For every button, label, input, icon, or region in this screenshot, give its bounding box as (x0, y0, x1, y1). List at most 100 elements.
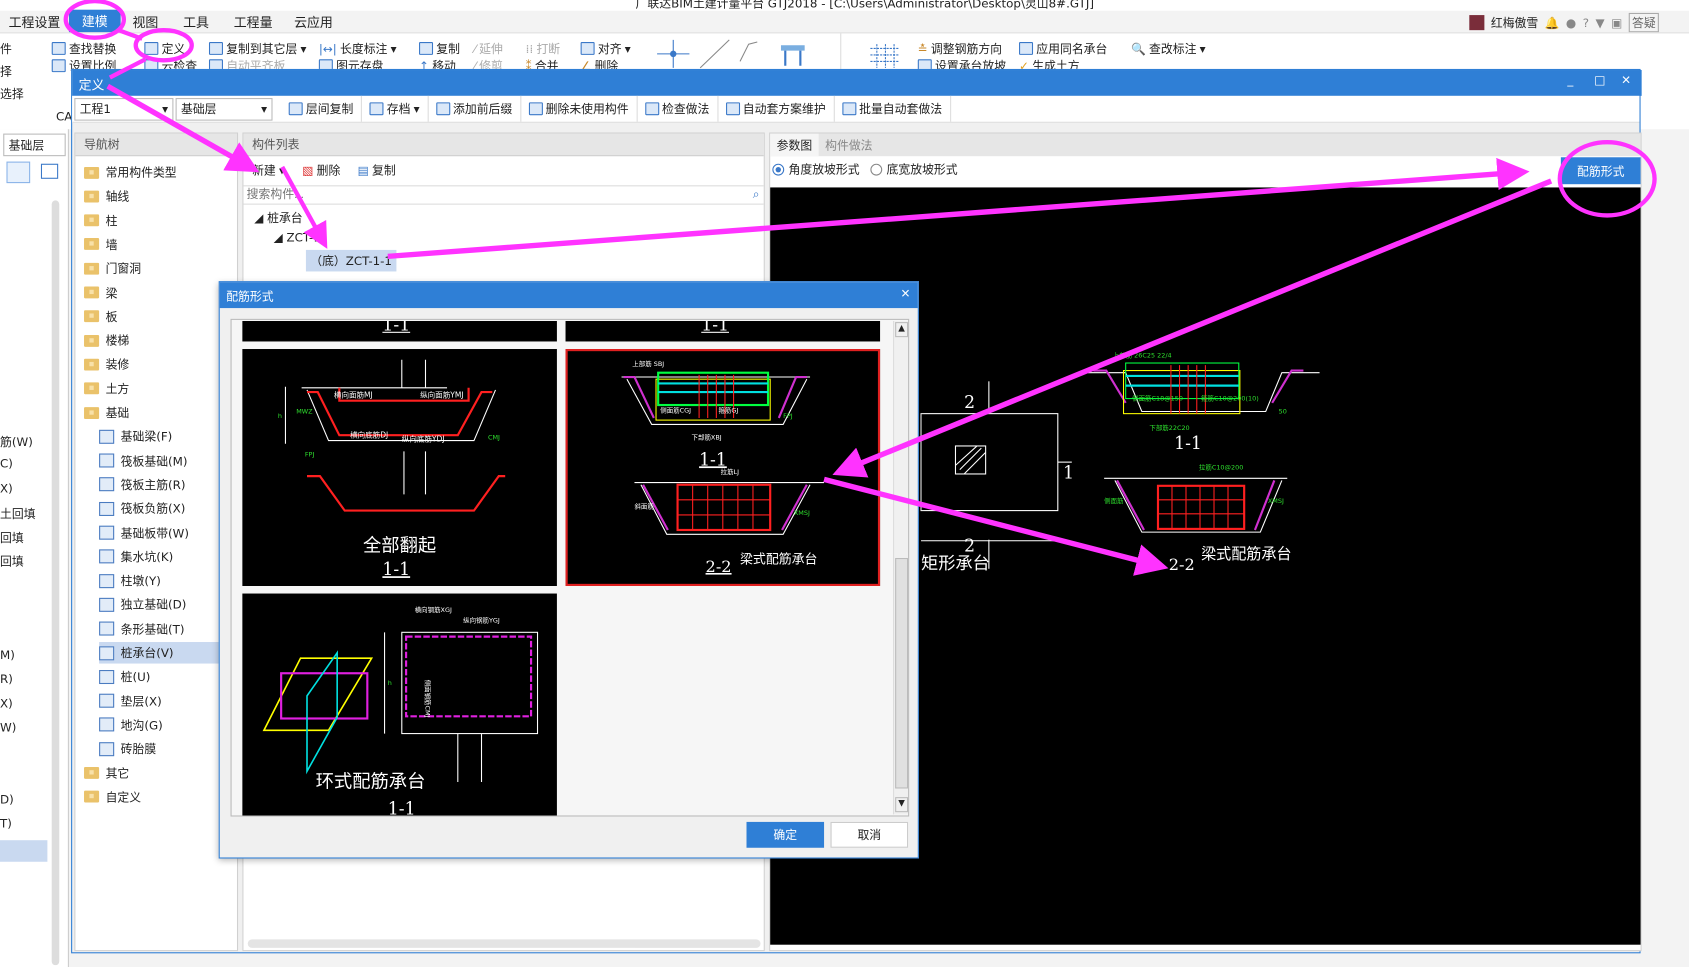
rebar-option-ring-cap[interactable]: 横向钢筋XGJ 纵向钢筋YGJ 侧面钢筋CMJ h 环式配筋承台 1-1 (242, 593, 557, 816)
rebar-form-button[interactable]: 配筋形式 (1560, 157, 1641, 185)
menu-tools[interactable]: 工具 (183, 13, 209, 31)
scroll-up-button[interactable]: ▲ (895, 322, 909, 338)
ribbon-partial-item[interactable]: 选择 (0, 85, 24, 102)
nav-item[interactable]: 桩(U) (99, 666, 150, 688)
define-toolbar-button[interactable]: 检查做法 (637, 95, 718, 122)
radio-angle-slope[interactable] (772, 163, 785, 176)
nav-item[interactable]: 地沟(G) (99, 714, 163, 736)
rebar-option-tile[interactable]: 1-1 (565, 321, 881, 342)
break-button[interactable]: ⁞⁞ 打断 (526, 40, 560, 57)
search-icon[interactable]: ⌕ (753, 187, 760, 202)
layer-item-partial[interactable]: M) (0, 648, 15, 662)
layer-item-partial[interactable]: T) (0, 817, 12, 831)
ribbon-partial-item[interactable]: 择 (0, 62, 12, 79)
nav-folder[interactable]: 板 (84, 306, 117, 328)
define-button[interactable]: 定义 (144, 40, 185, 57)
horizontal-scrollbar[interactable] (247, 939, 761, 948)
rebar-option-beam-cap[interactable]: 上部筋 SBJ 侧面筋CGJ 箍筋GJ 下部筋XBJ FPJ 拉筋LJ 斜面筋 … (565, 349, 881, 586)
nav-folder[interactable]: 梁 (84, 282, 117, 304)
define-toolbar-button[interactable]: 删除未使用构件 (521, 95, 638, 122)
delete-button[interactable]: ▧ 删除 (302, 162, 340, 179)
length-dimension-button[interactable]: |↔| 长度标注 ▾ (319, 40, 397, 57)
scroll-thumb[interactable] (895, 557, 909, 789)
define-toolbar-button[interactable]: 存档 ▾ (362, 95, 429, 122)
adjust-rebar-direction-button[interactable]: ≛ 调整钢筋方向 (918, 40, 1002, 57)
nav-item[interactable]: 基础梁(F) (99, 426, 172, 448)
menu-modeling[interactable]: 建模 (68, 9, 121, 33)
nav-folder[interactable]: 基础 (84, 402, 129, 424)
nav-folder[interactable]: 墙 (84, 234, 117, 256)
nav-folder[interactable]: 装修 (84, 354, 129, 376)
detail-view-icon[interactable] (40, 163, 59, 179)
cancel-button[interactable]: 取消 (830, 821, 909, 848)
nav-folder[interactable]: 轴线 (84, 186, 129, 208)
nav-folder[interactable]: 楼梯 (84, 330, 129, 352)
layer-item-partial[interactable]: D) (0, 793, 14, 807)
selected-row[interactable] (0, 840, 48, 862)
extend-button[interactable]: ⁄ 延伸 (474, 40, 503, 57)
nav-folder[interactable]: 门窗洞 (84, 258, 141, 280)
list-view-icon[interactable] (6, 161, 31, 184)
apply-same-name-cap-button[interactable]: 应用同名承台 (1019, 40, 1107, 57)
nav-item[interactable]: 条形基础(T) (99, 618, 185, 640)
rebar-option-tile[interactable]: 1-1 (242, 321, 557, 342)
grid-rebar-icon[interactable] (868, 42, 900, 70)
nav-item[interactable]: 独立基础(D) (99, 594, 186, 616)
tab-param-diagram[interactable]: 参数图 (770, 133, 819, 157)
align-button[interactable]: 对齐 ▾ (580, 40, 631, 57)
menu-cloud[interactable]: 云应用 (294, 13, 333, 31)
radio-width-slope[interactable] (870, 163, 883, 176)
search-input[interactable] (243, 186, 739, 204)
ribbon-partial-item[interactable]: 件 (0, 40, 12, 57)
project-select[interactable]: 工程1 ▾ (74, 97, 174, 121)
tree-node-cap[interactable]: ◢ 桩承台 (254, 209, 302, 226)
layer-item-partial[interactable]: C) (0, 457, 13, 471)
layer-item-partial[interactable]: 回填 (0, 529, 24, 546)
copy-button[interactable]: 复制 (419, 40, 460, 57)
nav-folder[interactable]: 自定义 (84, 786, 141, 808)
menu-project-settings[interactable]: 工程设置 (9, 13, 61, 31)
nav-folder[interactable]: 其它 (84, 762, 129, 784)
copy-button[interactable]: ▤ 复制 (358, 162, 396, 179)
minimize-button[interactable]: _ (1567, 73, 1573, 87)
layer-item-partial[interactable]: 回填 (0, 553, 24, 570)
layer-item-partial[interactable]: R) (0, 672, 13, 686)
copy-to-other-floor-button[interactable]: 复制到其它层 ▾ (208, 40, 306, 57)
component-search[interactable]: ⌕ (243, 185, 764, 205)
define-toolbar-button[interactable]: 自动套方案维护 (718, 95, 835, 122)
tab-component-method[interactable]: 构件做法 (819, 136, 879, 153)
scrollbar[interactable] (51, 200, 60, 966)
define-toolbar-button[interactable]: 批量自动套做法 (834, 95, 951, 122)
scroll-down-button[interactable]: ▼ (895, 797, 909, 813)
menu-quantities[interactable]: 工程量 (234, 13, 273, 31)
new-button[interactable]: 新建 ▾ (252, 162, 285, 179)
dialog-close-button[interactable]: ✕ (901, 287, 911, 301)
nav-folder[interactable]: 柱 (84, 210, 117, 232)
layer-item-partial[interactable]: 土回填 (0, 505, 36, 522)
check-annotation-button[interactable]: 🔍 查改标注 ▾ (1131, 40, 1206, 57)
nav-item[interactable]: 筏板基础(M) (99, 450, 188, 472)
floor-select[interactable]: 基础层 ▾ (175, 97, 273, 121)
menu-view[interactable]: 视图 (132, 13, 158, 31)
tree-node-zct1[interactable]: ◢ ZCT-1 (274, 231, 321, 245)
nav-item[interactable]: 筏板负筋(X) (99, 498, 185, 520)
floor-select[interactable]: 基础层 (3, 133, 66, 157)
nav-item[interactable]: 基础板带(W) (99, 522, 189, 544)
maximize-button[interactable]: □ (1594, 73, 1605, 87)
define-toolbar-button[interactable]: 层间复制 (281, 95, 362, 122)
nav-item[interactable]: 垫层(X) (99, 690, 162, 712)
ok-button[interactable]: 确定 (746, 821, 825, 848)
nav-folder[interactable]: 常用构件类型 (84, 162, 177, 184)
layer-item-partial[interactable]: X) (0, 697, 13, 711)
nav-item[interactable]: 砖胎膜 (99, 738, 156, 760)
nav-item[interactable]: 柱墩(Y) (99, 570, 161, 592)
define-toolbar-button[interactable]: 添加前后缀 (428, 95, 521, 122)
draw-tools-icons[interactable] (652, 38, 770, 70)
close-button[interactable]: ✕ (1621, 73, 1631, 87)
tree-node-zct-1-1[interactable]: （底）ZCT-1-1 (305, 249, 397, 272)
nav-item[interactable]: 集水坑(K) (99, 546, 173, 568)
nav-item[interactable]: 筏板主筋(R) (99, 474, 186, 496)
nav-folder[interactable]: 土方 (84, 378, 129, 400)
layer-item-partial[interactable]: X) (0, 482, 13, 496)
cap-icon[interactable] (778, 42, 808, 68)
